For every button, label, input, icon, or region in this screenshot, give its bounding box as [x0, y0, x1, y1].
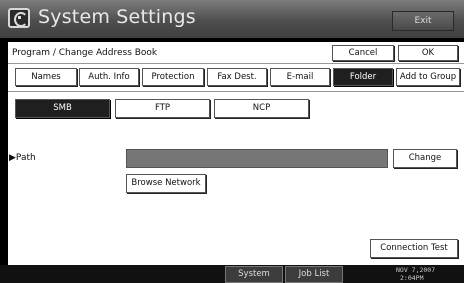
divider — [8, 91, 464, 92]
date-text: NOV 7,2007 — [396, 266, 436, 274]
tab-fax-dest[interactable]: Fax Dest. — [207, 68, 267, 86]
triangle-right-icon: ▶ — [9, 153, 16, 163]
status-bar: System Status Job List NOV 7,2007 2:04PM — [0, 265, 464, 283]
tab-email[interactable]: E-mail — [270, 68, 330, 86]
title-bar: System Settings Exit — [0, 0, 464, 38]
path-label-text: Path — [15, 153, 36, 163]
change-button[interactable]: Change — [393, 149, 457, 168]
job-list-button[interactable]: Job List — [285, 266, 343, 283]
browse-network-button[interactable]: Browse Network — [126, 174, 206, 193]
exit-button[interactable]: Exit — [392, 11, 454, 31]
protocol-ftp-button[interactable]: FTP — [115, 99, 210, 118]
header-row: Program / Change Address Book Cancel OK — [8, 42, 464, 64]
protocol-ncp-button[interactable]: NCP — [214, 99, 309, 118]
system-status-button[interactable]: System Status — [225, 266, 283, 283]
path-label: ▶Path — [9, 153, 36, 163]
tab-names[interactable]: Names — [15, 68, 77, 86]
connection-test-button[interactable]: Connection Test — [370, 239, 458, 258]
tab-protection[interactable]: Protection — [142, 68, 204, 86]
cancel-button[interactable]: Cancel — [332, 45, 394, 61]
ok-button[interactable]: OK — [398, 45, 458, 61]
tab-auth-info[interactable]: Auth. Info — [79, 68, 139, 86]
tab-folder[interactable]: Folder — [333, 68, 393, 86]
datetime-display: NOV 7,2007 2:04PM — [396, 266, 435, 282]
protocol-smb-button[interactable]: SMB — [15, 99, 110, 118]
tab-add-to-group[interactable]: Add to Group — [396, 68, 460, 86]
window-title: System Settings — [38, 6, 196, 28]
settings-app-icon — [8, 8, 30, 28]
path-input[interactable] — [126, 149, 388, 168]
time-text: 2:04PM — [400, 274, 424, 282]
breadcrumb: Program / Change Address Book — [12, 48, 158, 58]
main-panel: Program / Change Address Book Cancel OK … — [8, 42, 464, 265]
